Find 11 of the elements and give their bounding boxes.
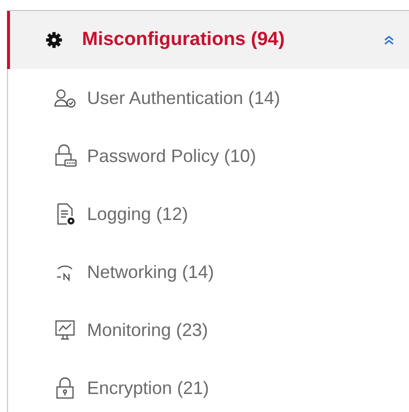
category-link[interactable]: Logging (12)	[87, 200, 188, 228]
monitor-chart-icon	[53, 318, 77, 342]
lock-password-icon	[53, 144, 77, 168]
category-link[interactable]: Monitoring (23)	[87, 316, 208, 344]
category-link[interactable]: User Authentication (14)	[87, 84, 280, 112]
category-link[interactable]: Encryption (21)	[87, 374, 210, 402]
category-link[interactable]: Password Policy (10)	[87, 142, 256, 170]
section-title: Misconfigurations (94)	[82, 28, 285, 52]
category-link[interactable]: Networking (14)	[87, 258, 214, 286]
section-header[interactable]: Misconfigurations (94)	[7, 11, 409, 69]
settings-icon	[44, 30, 64, 50]
